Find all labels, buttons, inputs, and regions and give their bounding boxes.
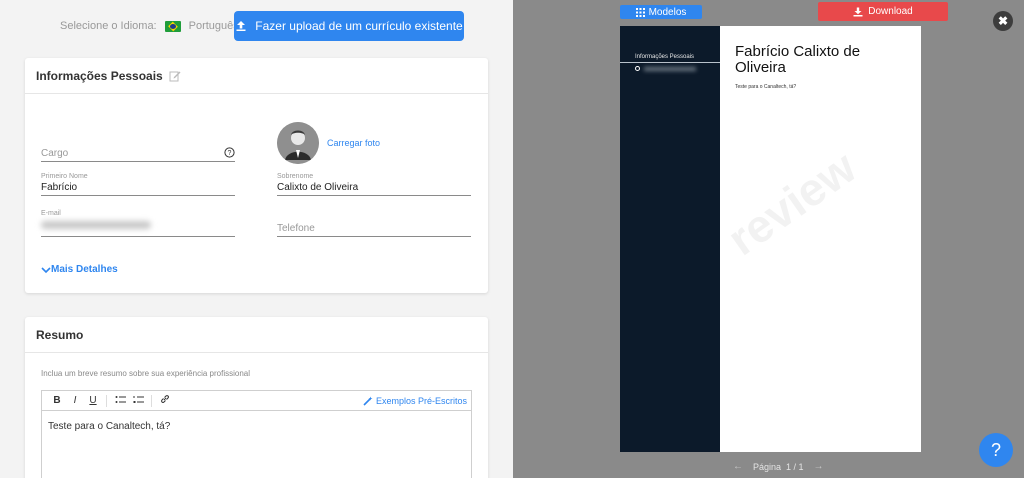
toolbar-divider — [106, 394, 107, 407]
upload-resume-button[interactable]: Fazer upload de um currículo existente — [234, 11, 464, 41]
models-button[interactable]: Modelos — [620, 5, 702, 19]
summary-text: Teste para o Canaltech, tá? — [48, 421, 171, 432]
summary-title: Resumo — [36, 327, 84, 342]
underline-button[interactable]: U — [84, 395, 102, 406]
close-icon[interactable]: ✖ — [993, 11, 1013, 31]
resume-summary: Teste para o Canaltech, tá? — [735, 84, 797, 90]
language-value[interactable]: Português — [189, 20, 239, 32]
personal-info-title: Informações Pessoais — [36, 68, 163, 83]
editor-toolbar: B I U Exemplos Pré-Escritos — [42, 391, 471, 411]
edit-icon[interactable] — [169, 70, 181, 82]
job-title-field[interactable]: Cargo ? — [41, 146, 235, 162]
page-label: Página — [753, 461, 782, 472]
summary-header: Resumo — [25, 317, 488, 353]
editor-pane: Selecione o Idioma: Português Fazer uplo… — [0, 0, 513, 478]
italic-button[interactable]: I — [66, 395, 84, 406]
prev-page-icon[interactable]: ← — [733, 461, 743, 472]
download-icon — [853, 7, 863, 16]
chevron-down-icon — [41, 266, 51, 273]
personal-info-header: Informações Pessoais — [25, 58, 488, 94]
resume-email-redacted — [644, 67, 696, 71]
upload-resume-label: Fazer upload de um currículo existente — [255, 19, 463, 33]
summary-hint: Inclua um breve resumo sobre sua experiê… — [41, 369, 250, 378]
avatar[interactable] — [277, 122, 319, 164]
email-bullet-icon — [635, 66, 640, 71]
personal-info-card: Informações Pessoais Carregar foto Cargo… — [25, 58, 488, 293]
language-selector[interactable]: Selecione o Idioma: Português — [60, 20, 239, 32]
email-field[interactable]: E-mail — [41, 210, 235, 237]
upload-photo-link[interactable]: Carregar foto — [327, 138, 380, 148]
phone-field[interactable]: Telefone — [277, 221, 471, 237]
language-label: Selecione o Idioma: — [60, 20, 157, 32]
grid-icon — [635, 7, 645, 17]
brazil-flag-icon — [164, 20, 181, 32]
bold-button[interactable]: B — [48, 395, 66, 406]
magic-wand-icon — [363, 396, 373, 406]
more-details-toggle[interactable]: Mais Detalhes — [41, 264, 118, 275]
last-name-label: Sobrenome — [277, 173, 314, 180]
email-label: E-mail — [41, 210, 61, 217]
summary-card: Resumo Inclua um breve resumo sobre sua … — [25, 317, 488, 478]
svg-text:?: ? — [228, 150, 232, 157]
pagination: ← Página 1 / 1 → — [723, 461, 834, 472]
download-button[interactable]: Download — [818, 2, 948, 21]
preview-watermark: review — [718, 140, 866, 266]
resume-sidebar-heading: Informações Pessoais — [635, 54, 695, 60]
upload-icon — [236, 21, 246, 31]
download-label: Download — [868, 6, 913, 17]
summary-editor[interactable]: B I U Exemplos Pré-Escritos Teste para o… — [41, 390, 472, 478]
toolbar-divider — [151, 394, 152, 407]
last-name-value: Calixto de Oliveira — [277, 182, 359, 193]
first-name-field[interactable]: Primeiro Nome Fabrício — [41, 173, 235, 196]
models-label: Modelos — [648, 6, 687, 18]
pre-written-examples-button[interactable]: Exemplos Pré-Escritos — [363, 396, 467, 406]
next-page-icon[interactable]: → — [814, 461, 824, 472]
pre-written-examples-label: Exemplos Pré-Escritos — [375, 395, 467, 406]
help-circle-icon[interactable]: ? — [224, 147, 235, 158]
page-value: 1 / 1 — [786, 461, 804, 472]
bullet-list-icon[interactable] — [111, 395, 129, 407]
first-name-value: Fabrício — [41, 182, 78, 193]
phone-placeholder: Telefone — [277, 223, 315, 234]
email-value-redacted — [41, 221, 151, 229]
last-name-field[interactable]: Sobrenome Calixto de Oliveira — [277, 173, 471, 196]
resume-name: Fabrício Calixto de Oliveira — [735, 43, 861, 76]
job-title-placeholder: Cargo — [41, 148, 69, 159]
link-icon[interactable] — [156, 394, 174, 407]
resume-sidebar: Informações Pessoais — [620, 26, 720, 452]
resume-preview-page: Informações Pessoais Fabrício Calixto de… — [620, 26, 921, 452]
preview-pane: Modelos Download ✖ Informações Pessoais … — [513, 0, 1024, 478]
more-details-label: Mais Detalhes — [51, 264, 118, 275]
numbered-list-icon[interactable] — [129, 395, 147, 407]
help-button[interactable]: ? — [979, 433, 1013, 467]
resume-sidebar-divider — [620, 62, 720, 63]
first-name-label: Primeiro Nome — [41, 173, 88, 180]
